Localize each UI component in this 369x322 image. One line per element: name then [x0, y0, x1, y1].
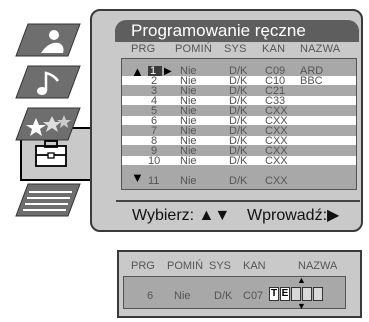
- edit-prg: 6: [147, 290, 154, 302]
- name-char-4[interactable]: [302, 287, 312, 301]
- sound-icon[interactable]: [14, 64, 82, 100]
- char-down-arrow-icon[interactable]: ▼: [297, 302, 306, 311]
- hint-bar: Wybierz: ▲▼ Wprowadź:▶: [116, 204, 360, 228]
- name-char-2[interactable]: E: [280, 287, 290, 301]
- row-11-prg[interactable]: 11: [148, 176, 159, 187]
- name-char-5[interactable]: [313, 287, 323, 301]
- edit-col-skip: POMIŃ: [167, 260, 204, 272]
- teletext-icon[interactable]: [14, 182, 82, 218]
- row-10-prg[interactable]: 10: [148, 156, 160, 167]
- row-11-ch[interactable]: CXX: [265, 176, 288, 187]
- scroll-down-arrow-icon[interactable]: ▼: [131, 171, 144, 184]
- name-char-3[interactable]: [291, 287, 301, 301]
- edit-col-ch: KAN: [243, 260, 266, 272]
- col-name: NAZWA: [300, 43, 341, 55]
- edit-col-sys: SYS: [209, 260, 232, 272]
- name-char-1[interactable]: T: [269, 287, 279, 301]
- hint-select: Wybierz: ▲▼: [132, 207, 231, 224]
- row-11-sys[interactable]: D/K: [229, 176, 247, 187]
- scroll-up-arrow-icon[interactable]: ▲: [131, 65, 144, 78]
- row-pointer-icon: ▶: [164, 66, 172, 77]
- col-skip: POMIŃ: [175, 43, 213, 55]
- row-10-ch[interactable]: CXX: [265, 156, 288, 167]
- picture-icon[interactable]: [14, 22, 82, 58]
- col-ch: KAN: [262, 43, 286, 55]
- hint-enter: Wprowadź:▶: [247, 207, 340, 224]
- window-title: Programowanie ręczne: [115, 20, 359, 42]
- row-11-skip[interactable]: Nie: [180, 176, 197, 187]
- hint-divider: [116, 200, 360, 202]
- col-sys: SYS: [224, 43, 247, 55]
- edit-col-name: NAZWA: [298, 260, 338, 272]
- row-10-sys[interactable]: D/K: [229, 156, 247, 167]
- edit-skip[interactable]: Nie: [174, 290, 191, 302]
- row-2-name[interactable]: BBC: [300, 76, 323, 87]
- edit-sys[interactable]: D/K: [214, 290, 232, 302]
- install-toolbox-icon[interactable]: [26, 136, 76, 172]
- edit-ch[interactable]: C07: [243, 290, 263, 302]
- char-up-arrow-icon[interactable]: ▲: [297, 276, 306, 285]
- row-10-skip[interactable]: Nie: [180, 156, 197, 167]
- edit-col-prg: PRG: [131, 260, 155, 272]
- col-prg: PRG: [131, 43, 156, 55]
